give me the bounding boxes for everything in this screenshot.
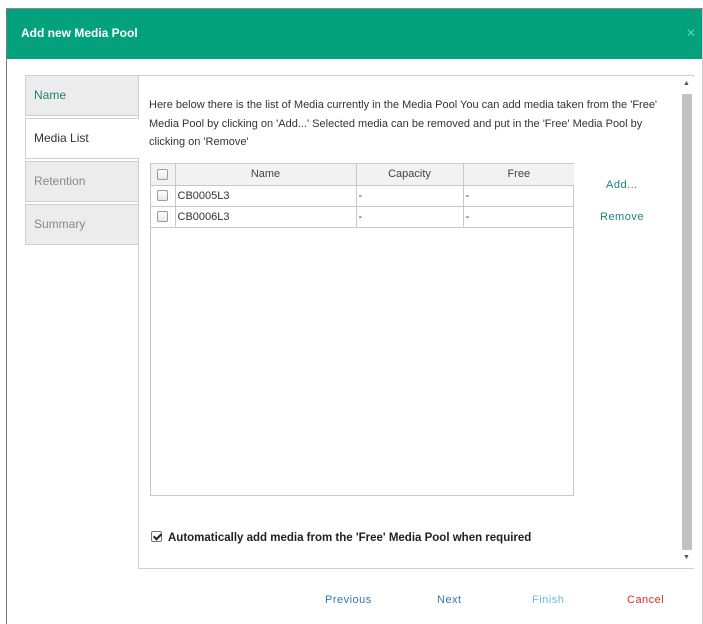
- step-summary-label: Summary: [34, 217, 86, 231]
- add-button[interactable]: Add...: [606, 179, 638, 191]
- scroll-up-icon[interactable]: ▲: [683, 80, 690, 87]
- media-table: Name Capacity Free CB0005L3 - - CB0006L3: [150, 163, 574, 496]
- panel-scrollbar[interactable]: ▲ ▼: [680, 77, 694, 568]
- next-button[interactable]: Next: [437, 594, 462, 606]
- step-name-label: Name: [34, 88, 67, 102]
- auto-add-option[interactable]: Automatically add media from the 'Free' …: [151, 531, 531, 544]
- scroll-down-icon[interactable]: ▼: [683, 554, 690, 561]
- cell-name: CB0006L3: [175, 206, 357, 228]
- table-header-row: Name Capacity Free: [151, 164, 574, 186]
- step-media-list-label: Media List: [34, 131, 89, 145]
- close-icon[interactable]: ✕: [686, 26, 696, 40]
- table-row[interactable]: CB0005L3 - -: [151, 185, 574, 207]
- auto-add-checkbox[interactable]: [151, 531, 162, 542]
- row-checkbox[interactable]: [157, 211, 169, 223]
- cell-free: -: [463, 185, 574, 207]
- wizard-steps: Name Media List Retention Summary: [25, 75, 139, 247]
- auto-add-label: Automatically add media from the 'Free' …: [168, 532, 532, 544]
- step-summary[interactable]: Summary: [25, 204, 138, 245]
- row-select-cell: [151, 185, 176, 207]
- column-header-capacity[interactable]: Capacity: [356, 164, 464, 186]
- cell-name: CB0005L3: [175, 185, 357, 207]
- step-retention[interactable]: Retention: [25, 161, 138, 202]
- cancel-button[interactable]: Cancel: [627, 594, 664, 606]
- column-header-name[interactable]: Name: [175, 164, 357, 186]
- select-all-checkbox[interactable]: [157, 168, 169, 180]
- step-media-list[interactable]: Media List: [25, 118, 139, 159]
- row-select-cell: [151, 206, 176, 228]
- table-row[interactable]: CB0006L3 - -: [151, 206, 574, 228]
- dialog-title: Add new Media Pool: [21, 26, 138, 40]
- cell-capacity: -: [356, 185, 464, 207]
- scroll-thumb[interactable]: [682, 94, 692, 550]
- cell-capacity: -: [356, 206, 464, 228]
- add-media-pool-dialog: Add new Media Pool ✕ Name Media List Ret…: [6, 8, 703, 624]
- select-all-cell: [151, 164, 176, 186]
- finish-button: Finish: [532, 594, 565, 606]
- previous-button[interactable]: Previous: [325, 594, 372, 606]
- step-retention-label: Retention: [34, 174, 86, 188]
- media-list-panel: Here below there is the list of Media cu…: [138, 75, 694, 569]
- dialog-header: Add new Media Pool ✕: [7, 9, 702, 59]
- intro-text: Here below there is the list of Media cu…: [149, 99, 658, 148]
- remove-button[interactable]: Remove: [600, 211, 644, 223]
- row-checkbox[interactable]: [157, 190, 169, 202]
- column-header-free[interactable]: Free: [463, 164, 574, 186]
- step-name[interactable]: Name: [25, 75, 138, 116]
- cell-free: -: [463, 206, 574, 228]
